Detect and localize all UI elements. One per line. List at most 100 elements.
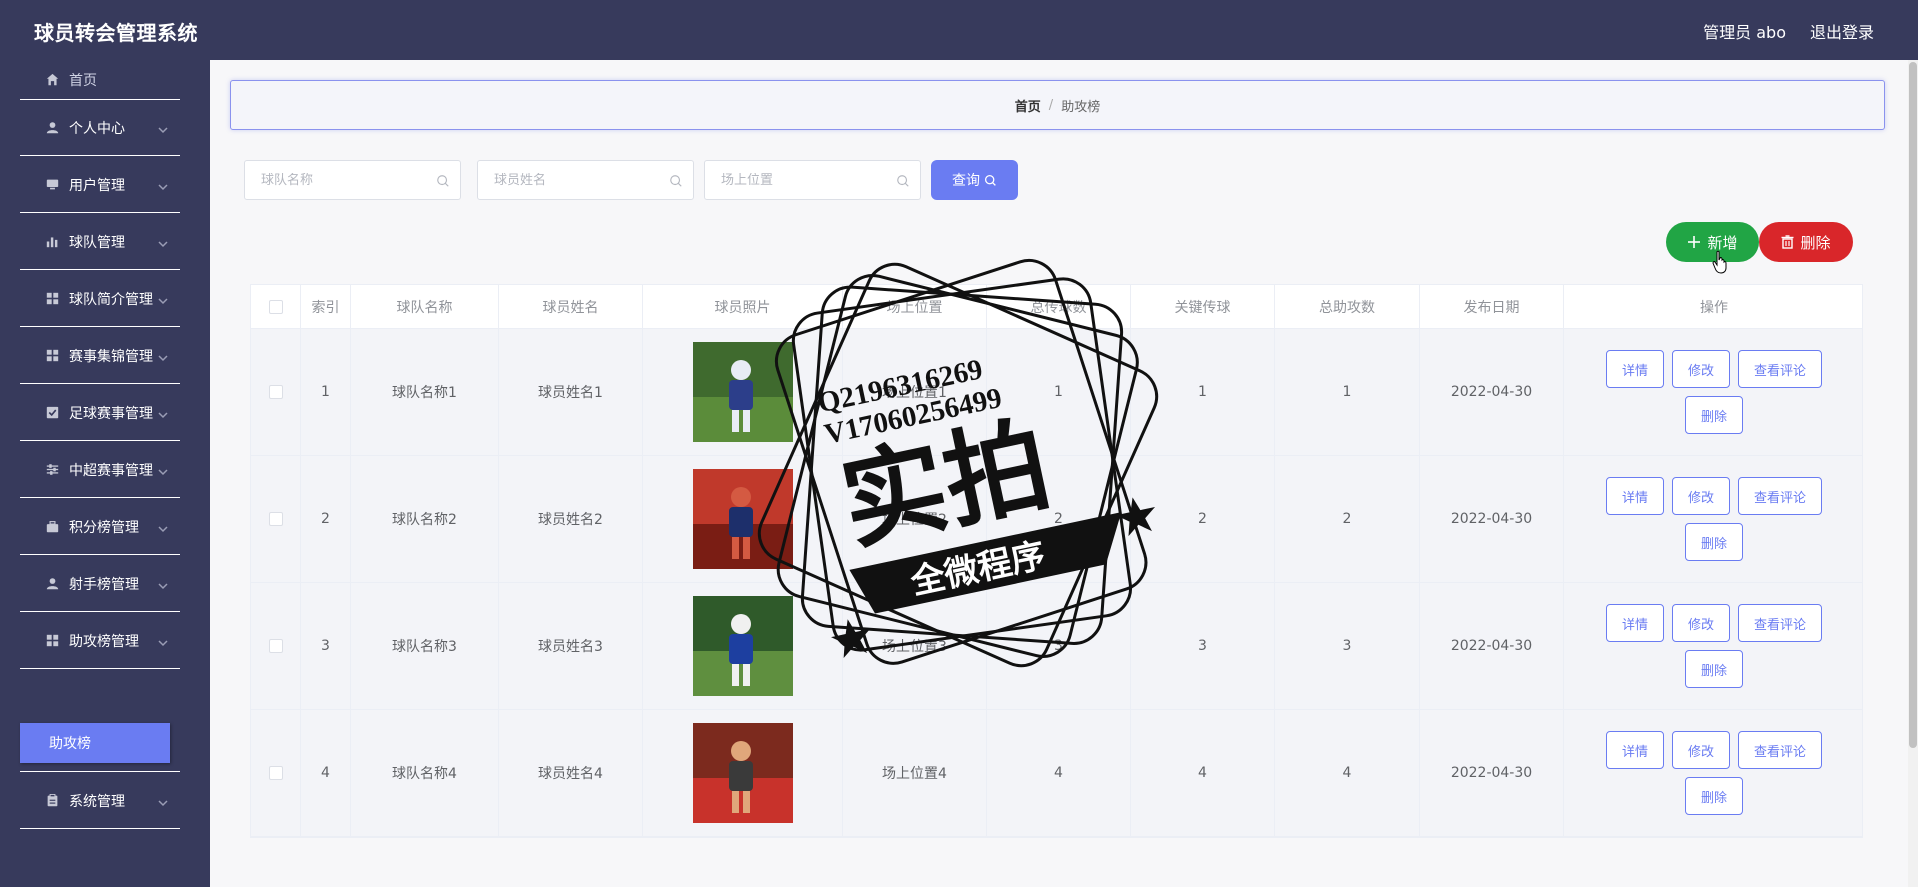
header-position: 场上位置 [843,285,987,328]
breadcrumb-separator: / [1048,97,1054,113]
sidebar-item-label: 中超赛事管理 [69,462,153,479]
cell-team-name: 球队名称1 [351,329,499,455]
row-select-cell [251,456,301,582]
cell-player-photo [643,710,843,836]
sidebar-item-12[interactable]: 系统管理 [20,773,180,829]
sidebar-item-label: 积分榜管理 [69,519,139,536]
cell-position: 场上位置2 [843,456,987,582]
sidebar-subitem-assist-ranking[interactable]: 助攻榜 [20,723,170,763]
sidebar-item-label: 射手榜管理 [69,576,139,593]
detail-button[interactable]: 详情 [1605,731,1664,769]
cell-operations: 详情 修改 查看评论删除 [1564,456,1864,582]
cell-position: 场上位置4 [843,710,987,836]
row-delete-button[interactable]: 删除 [1684,396,1743,434]
cell-position: 场上位置3 [843,583,987,709]
chevron-down-icon [158,294,168,304]
chevron-down-icon [158,123,168,133]
sidebar-item-10[interactable]: 助攻榜管理 [20,613,180,669]
breadcrumb-home[interactable]: 首页 [1015,96,1041,115]
sidebar-item-label: 助攻榜管理 [69,633,139,650]
row-delete-button[interactable]: 删除 [1684,650,1743,688]
trash-icon [1781,235,1794,249]
position-input[interactable] [721,172,891,188]
briefcase-icon [45,520,59,534]
edit-button[interactable]: 修改 [1671,604,1730,642]
cell-operations: 详情 修改 查看评论删除 [1564,583,1864,709]
sidebar-item-3[interactable]: 球队管理 [20,214,180,270]
team-name-filter[interactable] [244,160,461,200]
cell-total-passes: 3 [987,583,1131,709]
table-row: 4 球队名称4 球员姓名4 场上位置4 4 4 4 2022-04-30 详情 修改 查看评论 删除 [251,710,1862,837]
player-name-filter[interactable] [477,160,694,200]
page-scrollbar-thumb[interactable] [1909,62,1917,748]
edit-button[interactable]: 修改 [1671,350,1730,388]
select-all-checkbox[interactable] [268,299,283,314]
pointer-cursor-icon [1712,250,1727,274]
header-index: 索引 [301,285,351,328]
cell-publish-date: 2022-04-30 [1420,456,1564,582]
view-comments-button[interactable]: 查看评论 [1738,604,1823,642]
sidebar-item-label: 系统管理 [69,793,125,810]
position-filter[interactable] [704,160,921,200]
sidebar-item-8[interactable]: 积分榜管理 [20,499,180,555]
row-checkbox[interactable] [268,639,283,653]
app-title: 球员转会管理系统 [34,21,198,45]
sidebar-item-7[interactable]: 中超赛事管理 [20,442,180,498]
cell-player-name: 球员姓名4 [499,710,643,836]
player-photo-image[interactable] [692,342,793,442]
row-delete-button[interactable]: 删除 [1684,777,1743,815]
breadcrumb: 首页 / 助攻榜 [230,80,1885,130]
sidebar-item-label: 球队简介管理 [69,291,153,308]
player-photo-image[interactable] [692,469,793,569]
cell-team-name: 球队名称3 [351,583,499,709]
detail-button[interactable]: 详情 [1605,477,1664,515]
header-operations: 操作 [1700,299,1728,316]
sidebar-item-5[interactable]: 赛事集锦管理 [20,328,180,384]
sidebar-item-label: 球队管理 [69,234,125,251]
row-checkbox[interactable] [268,766,283,780]
chevron-down-icon [158,180,168,190]
user-icon [45,121,59,135]
view-comments-button[interactable]: 查看评论 [1738,477,1823,515]
user-icon [45,577,59,591]
sidebar-item-label: 用户管理 [69,177,125,194]
header-player-photo: 球员照片 [643,285,843,328]
cell-key-passes: 3 [1131,583,1275,709]
cell-key-passes: 1 [1131,329,1275,455]
sidebar-item-6[interactable]: 足球赛事管理 [20,385,180,441]
batch-delete-button[interactable]: 删除 [1759,222,1853,262]
header-team-name: 球队名称 [351,285,499,328]
header-total-passes: 总传球数 [987,285,1131,328]
sidebar-item-label: 首页 [69,72,97,89]
sidebar-item-9[interactable]: 射手榜管理 [20,556,180,612]
player-name-input[interactable] [494,172,664,188]
team-name-input[interactable] [261,172,431,188]
row-select-cell [251,710,301,836]
cell-total-assists: 3 [1275,583,1420,709]
player-photo-image[interactable] [692,723,793,823]
view-comments-button[interactable]: 查看评论 [1738,731,1823,769]
player-photo-image[interactable] [692,596,793,696]
assist-ranking-table: 索引 球队名称 球员姓名 球员照片 场上位置 总传球数 关键传球 总助攻数 发布… [250,284,1863,838]
admin-user-label[interactable]: 管理员 abo [1703,19,1786,43]
header-publish-date: 发布日期 [1420,285,1564,328]
query-button[interactable]: 查询 [931,160,1018,200]
logout-link[interactable]: 退出登录 [1810,19,1874,43]
chevron-down-icon [158,408,168,418]
sidebar-item-1[interactable]: 个人中心 [20,100,180,156]
sidebar-item-2[interactable]: 用户管理 [20,157,180,213]
edit-button[interactable]: 修改 [1671,731,1730,769]
row-checkbox[interactable] [268,512,283,526]
cell-publish-date: 2022-04-30 [1420,583,1564,709]
cell-player-photo [643,456,843,582]
edit-button[interactable]: 修改 [1671,477,1730,515]
row-checkbox[interactable] [268,385,283,399]
cell-player-photo [643,583,843,709]
sidebar-item-4[interactable]: 球队简介管理 [20,271,180,327]
row-delete-button[interactable]: 删除 [1684,523,1743,561]
cell-position: 场上位置1 [843,329,987,455]
sidebar-item-home[interactable]: 首页 [20,60,180,100]
detail-button[interactable]: 详情 [1605,604,1664,642]
detail-button[interactable]: 详情 [1605,350,1664,388]
view-comments-button[interactable]: 查看评论 [1738,350,1823,388]
